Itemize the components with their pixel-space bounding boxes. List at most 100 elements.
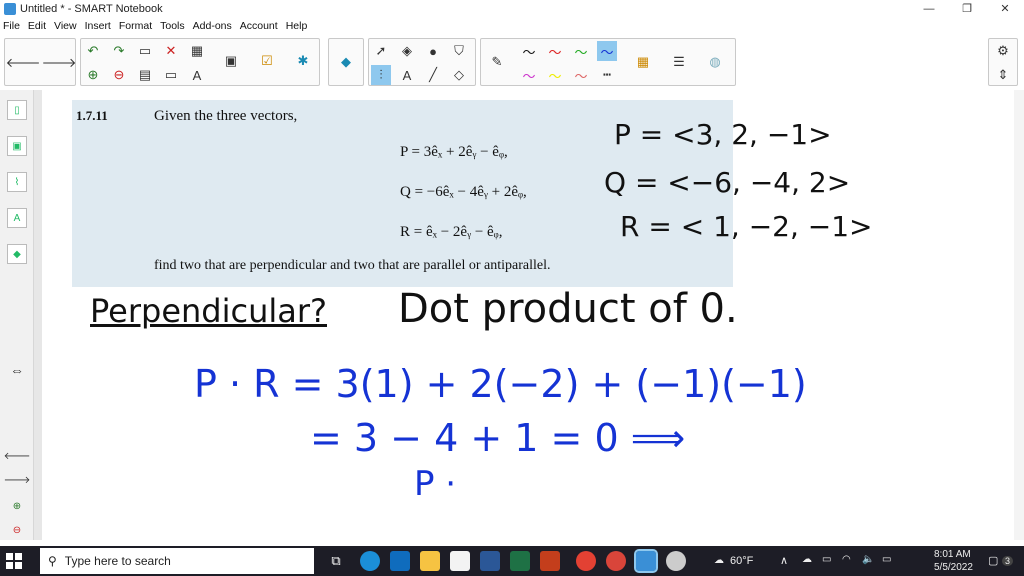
edge-icon[interactable] [360, 551, 380, 571]
handwritten-p-vector: P = <3, 2, −1> [614, 118, 832, 151]
fill-icon[interactable]: ● [423, 41, 443, 61]
addons-sidebar-icon[interactable]: ◆ [7, 244, 27, 264]
eraser-icon[interactable]: ◇ [449, 65, 469, 85]
menu-account[interactable]: Account [240, 20, 278, 32]
redo-icon[interactable]: ↷ [109, 41, 129, 61]
page-sorter-icon[interactable]: ▯ [7, 100, 27, 120]
addons-icon[interactable]: ✱ [293, 51, 313, 71]
color-palette-icon[interactable]: ▦ [633, 52, 653, 72]
forward-arrow-icon[interactable]: 🡒 [42, 53, 77, 73]
close-button[interactable]: ✕ [986, 0, 1024, 18]
onedrive-icon[interactable]: ☁ [802, 554, 812, 565]
add-page-icon[interactable]: ⊕ [83, 65, 103, 85]
menu-view[interactable]: View [54, 20, 77, 32]
smart-notebook-icon [4, 3, 16, 15]
save-icon[interactable]: ▤ [135, 65, 155, 85]
sidebar-scrollbar[interactable] [34, 90, 42, 540]
clock-date[interactable]: 5/5/2022 [934, 562, 973, 573]
delete-page-icon[interactable]: ⊖ [109, 65, 129, 85]
notifications-icon[interactable]: ▢ [988, 554, 998, 567]
chrome-icon[interactable] [576, 551, 596, 571]
text-icon[interactable]: A [397, 65, 417, 85]
store-icon[interactable] [450, 551, 470, 571]
fill-effect-icon[interactable]: ◍ [705, 52, 725, 72]
menu-tools[interactable]: Tools [160, 20, 185, 32]
pen-dashed-icon[interactable]: 〜 [571, 65, 591, 85]
wifi-icon[interactable]: ◠ [842, 554, 851, 565]
tools-group: ➚ ◈ ● ⛉ ⫶ A ╱ ◇ [368, 38, 476, 86]
move-toolbar-icon[interactable]: ⇕ [993, 65, 1013, 85]
recorder-icon[interactable] [666, 551, 686, 571]
screen-shade-icon[interactable]: ▣ [221, 51, 241, 71]
battery-icon[interactable]: ▭ [882, 554, 891, 565]
menu-format[interactable]: Format [119, 20, 152, 32]
menu-file[interactable]: File [3, 20, 20, 32]
resize-sidebar-icon[interactable]: ⇔ [7, 360, 27, 380]
weather-temp[interactable]: 60°F [730, 555, 753, 567]
file-explorer-icon[interactable] [420, 551, 440, 571]
pen-yellow-icon[interactable]: 〜 [545, 65, 565, 85]
word-icon[interactable] [480, 551, 500, 571]
measure-icon[interactable]: ⫶ [371, 65, 391, 85]
handwritten-dot-line2: = 3 − 4 + 1 = 0 ⟹ [310, 416, 686, 460]
sidebar-back-icon[interactable]: 🡐 [4, 446, 31, 466]
sidebar-forward-icon[interactable]: 🡒 [4, 470, 31, 490]
clock-time[interactable]: 8:01 AM [934, 549, 971, 560]
restore-button[interactable]: ❐ [948, 0, 986, 18]
windows-start-icon[interactable] [6, 553, 22, 569]
paste-icon[interactable]: ▭ [135, 41, 155, 61]
pen-green-icon[interactable]: 〜 [571, 41, 591, 61]
back-arrow-icon[interactable]: 🡐 [6, 53, 41, 73]
table-icon[interactable]: ▦ [187, 41, 207, 61]
pen-black-icon[interactable]: 〜 [519, 41, 539, 61]
activity-builder-icon[interactable]: ☑ [257, 51, 277, 71]
delete-icon[interactable]: ✕ [161, 41, 181, 61]
pen-magenta-icon[interactable]: 〜 [519, 65, 539, 85]
pen-red-icon[interactable]: 〜 [545, 41, 565, 61]
properties-icon[interactable]: A [7, 208, 27, 228]
gallery-icon[interactable]: ▣ [7, 136, 27, 156]
line-style-icon[interactable]: ☰ [669, 52, 689, 72]
menu-insert[interactable]: Insert [85, 20, 111, 32]
pen-icon[interactable]: ✎ [487, 52, 507, 72]
menu-bar: File Edit View Insert Format Tools Add-o… [0, 18, 1024, 34]
display-icon[interactable]: ▭ [161, 65, 181, 85]
handwritten-dot-line1: P · R = 3(1) + 2(−2) + (−1)(−1) [194, 362, 807, 406]
window-controls: — ❐ ✕ [910, 0, 1024, 18]
undo-icon[interactable]: ↶ [83, 41, 103, 61]
equation-q: Q = −6êₓ − 4êᵧ + 2êᵩ, [400, 184, 527, 200]
sidebar-add-page-icon[interactable]: ⊕ [7, 496, 27, 516]
shape-icon[interactable]: ◈ [397, 41, 417, 61]
whiteboard-canvas[interactable]: 1.7.11 Given the three vectors, P = 3êₓ … [42, 90, 1014, 540]
minimize-button[interactable]: — [910, 0, 948, 18]
menu-addons[interactable]: Add-ons [193, 20, 232, 32]
tray-chevron-icon[interactable]: ∧ [780, 554, 788, 567]
volume-icon[interactable]: 🔈 [862, 554, 874, 565]
excel-icon[interactable] [510, 551, 530, 571]
canvas-scrollbar[interactable] [1014, 90, 1024, 540]
select-icon[interactable]: ➚ [371, 41, 391, 61]
pen-dotted-icon[interactable]: ┅ [597, 65, 617, 85]
toolbar: 🡐 🡒 ↶ ↷ ▭ ✕ ▦ ▣ ☑ ✱ ⊕ ⊖ ▤ ▭ A ◆ ➚ ◈ ● ⛉ … [0, 35, 1024, 88]
chrome-profile-icon[interactable] [606, 551, 626, 571]
weather-icon[interactable]: ☁ [714, 555, 724, 566]
attachments-icon[interactable]: ⌇ [7, 172, 27, 192]
menu-help[interactable]: Help [286, 20, 308, 32]
smart-notebook-taskbar-icon[interactable] [634, 549, 658, 573]
task-view-icon[interactable]: ⧉ [326, 551, 346, 571]
menu-edit[interactable]: Edit [28, 20, 46, 32]
taskbar-search[interactable]: ⚲ Type here to search [40, 548, 314, 574]
display-tray-icon[interactable]: ▭ [822, 554, 831, 565]
gear-icon[interactable]: ⚙ [993, 41, 1013, 61]
window-title: Untitled * - SMART Notebook [20, 3, 163, 15]
sidebar-delete-page-icon[interactable]: ⊖ [7, 520, 27, 540]
line-icon[interactable]: ╱ [423, 65, 443, 85]
pen-blue-icon[interactable]: 〜 [597, 41, 617, 61]
powerpoint-icon[interactable] [540, 551, 560, 571]
bucket-icon[interactable]: ⛉ [449, 41, 469, 61]
nav-group: 🡐 🡒 [4, 38, 76, 86]
text-size-icon[interactable]: A [187, 65, 207, 85]
handwritten-dot-product-note: Dot product of 0. [398, 286, 738, 332]
outlook-icon[interactable] [390, 551, 410, 571]
lab-icon[interactable]: ◆ [336, 52, 356, 72]
